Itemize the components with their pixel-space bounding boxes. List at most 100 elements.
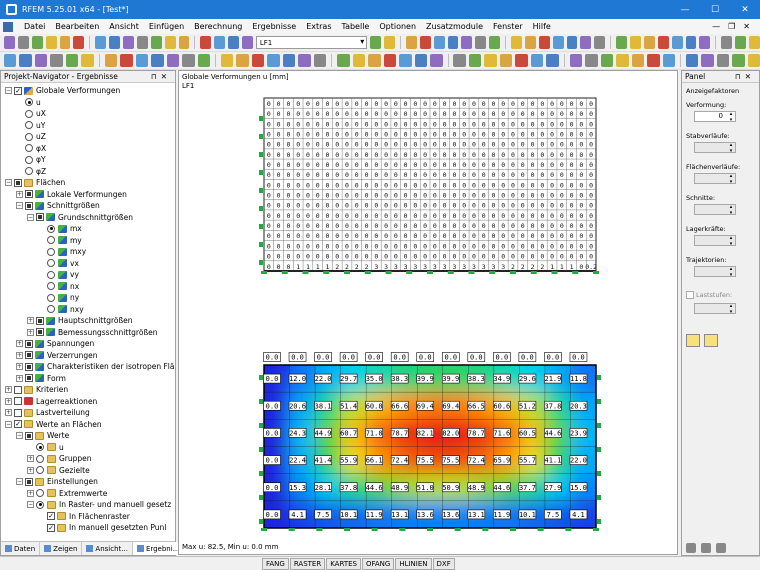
panel-filter-icon[interactable] [701,543,711,553]
tree-radio[interactable] [47,270,55,279]
tree-checkbox[interactable] [25,362,33,371]
menu-tabelle[interactable]: Tabelle [337,22,375,31]
toolbar-tool-icon[interactable] [732,54,745,67]
toolbar-tool-icon[interactable] [136,36,148,49]
panel-factors-icon[interactable] [716,543,726,553]
panel-color-icon[interactable] [686,543,696,553]
tree-item[interactable]: − Werte [16,430,69,441]
tree-item[interactable]: + Gruppen [27,453,92,464]
tree-radio[interactable] [25,98,33,106]
toolbar-tool-icon[interactable] [510,36,522,49]
toolbar-tool-icon[interactable] [17,36,29,49]
tree-checkbox[interactable] [25,190,33,198]
tree-item[interactable]: nxy [38,304,84,315]
tree-item[interactable]: u [27,442,64,453]
tree-radio[interactable] [36,500,44,509]
toolbar-tool-icon[interactable] [120,54,133,67]
toolbar-tool-icon[interactable] [313,54,327,67]
expand-toggle-icon[interactable]: + [16,374,23,382]
expand-toggle-icon[interactable]: + [27,317,34,324]
tree-checkbox[interactable] [14,397,22,405]
tree-item[interactable]: φY [16,154,46,165]
tree-checkbox[interactable] [14,178,22,187]
expand-toggle-icon[interactable]: + [16,351,23,359]
tree-radio[interactable] [25,132,33,141]
load-case-select[interactable]: LF1 [255,36,368,49]
toolbar-tool-icon[interactable] [453,54,466,67]
panel-pin-close[interactable]: ⊓✕ [735,72,759,81]
tree-item[interactable]: − Globale Verformungen [5,85,120,96]
expand-toggle-icon[interactable]: − [5,420,12,428]
toolbar-tool-icon[interactable] [721,36,733,49]
toolbar-tool-icon[interactable] [399,54,412,67]
model-canvas[interactable]: 0 0 0 0 0 0 0 0 0 0 0 0 0 0 0 0 0 0 0 0 0 0 0 0 0 0 0 0 0 0 0 0 0 00 0 0 0 0 0… [179,71,679,541]
tree-radio[interactable] [47,259,55,267]
tree-checkbox[interactable] [36,316,44,325]
tree-item[interactable]: In Flächenraster [38,511,130,522]
menu-fenster[interactable]: Fenster [488,22,528,31]
toolbar-tool-icon[interactable] [585,54,598,67]
navigator-pin-close[interactable]: ⊓✕ [151,72,175,81]
tree-item[interactable]: φX [16,143,46,154]
tree-item[interactable]: − Werte an Flächen [5,419,102,430]
tree-radio[interactable] [47,282,55,290]
tree-radio[interactable] [25,121,33,129]
panel-settings-button[interactable] [704,334,718,347]
tree-item[interactable]: vx [38,258,79,269]
surface-diagrams-spinner[interactable] [694,173,736,185]
tree-checkbox[interactable] [25,374,33,382]
toolbar-tool-icon[interactable] [370,36,382,49]
load-steps-checkbox[interactable]: Laststufen: [686,291,755,299]
tree-item[interactable]: + Extremwerte [27,488,107,499]
menu-bearbeiten[interactable]: Bearbeiten [50,22,104,31]
mode-raster[interactable]: RASTER [289,558,326,570]
toolbar-tool-icon[interactable] [164,36,176,49]
tree-item[interactable]: mx [38,223,82,234]
toolbar-tool-icon[interactable] [383,54,397,67]
tree-item[interactable]: + Lokale Verformungen [16,189,127,200]
tree-item[interactable]: − Grundschnittgrößen [27,212,133,223]
toolbar-tool-icon[interactable] [135,54,149,67]
tree-item[interactable]: mxy [38,246,86,257]
expand-toggle-icon[interactable]: + [27,466,34,474]
tab-ansicht[interactable]: Ansicht... [82,542,133,555]
toolbar-tool-icon[interactable] [631,54,645,67]
toolbar-tool-icon[interactable] [643,36,655,49]
toolbar-tool-icon[interactable] [569,54,583,67]
toolbar-tool-icon[interactable] [200,36,212,49]
expand-toggle-icon[interactable]: + [16,340,23,347]
mdi-restore-button[interactable]: ❐ [728,22,735,31]
tab-daten[interactable]: Daten [1,542,41,555]
toolbar-tool-icon[interactable] [151,54,164,67]
panel-edit-button[interactable] [686,334,700,347]
toolbar-tool-icon[interactable] [65,54,79,67]
toolbar-tool-icon[interactable] [50,54,63,67]
menu-optionen[interactable]: Optionen [374,22,421,31]
mode-kartes[interactable]: KARTES [326,558,361,570]
tree-item[interactable]: + Bemessungsschnittgrößen [27,327,158,338]
tree-item[interactable]: ny [38,292,79,303]
toolbar-tool-icon[interactable] [4,54,17,67]
tree-item[interactable]: my [38,235,82,246]
toolbar-tool-icon[interactable] [594,36,606,49]
toolbar-tool-icon[interactable] [430,54,443,67]
tree-checkbox[interactable] [14,408,22,417]
expand-toggle-icon[interactable]: − [27,501,34,508]
tree-item[interactable]: + Form [16,373,66,384]
tree-item[interactable]: u [16,97,41,108]
tree-radio[interactable] [47,305,55,313]
tree-checkbox[interactable] [25,201,33,210]
toolbar-tool-icon[interactable] [384,36,396,49]
toolbar-tool-icon[interactable] [484,54,497,67]
tree-checkbox[interactable] [25,431,33,440]
menu-zusatzmodule[interactable]: Zusatzmodule [421,22,488,31]
toolbar-tool-icon[interactable] [699,36,711,49]
tree-item[interactable]: + Spannungen [16,338,94,349]
menu-hilfe[interactable]: Hilfe [528,22,556,31]
toolbar-tool-icon[interactable] [475,36,487,49]
toolbar-tool-icon[interactable] [716,54,730,67]
toolbar-tool-icon[interactable] [735,36,746,49]
tree-item[interactable]: − Flächen [5,177,65,188]
maximize-button[interactable]: ☐ [700,5,730,15]
tree-checkbox[interactable] [25,351,33,359]
